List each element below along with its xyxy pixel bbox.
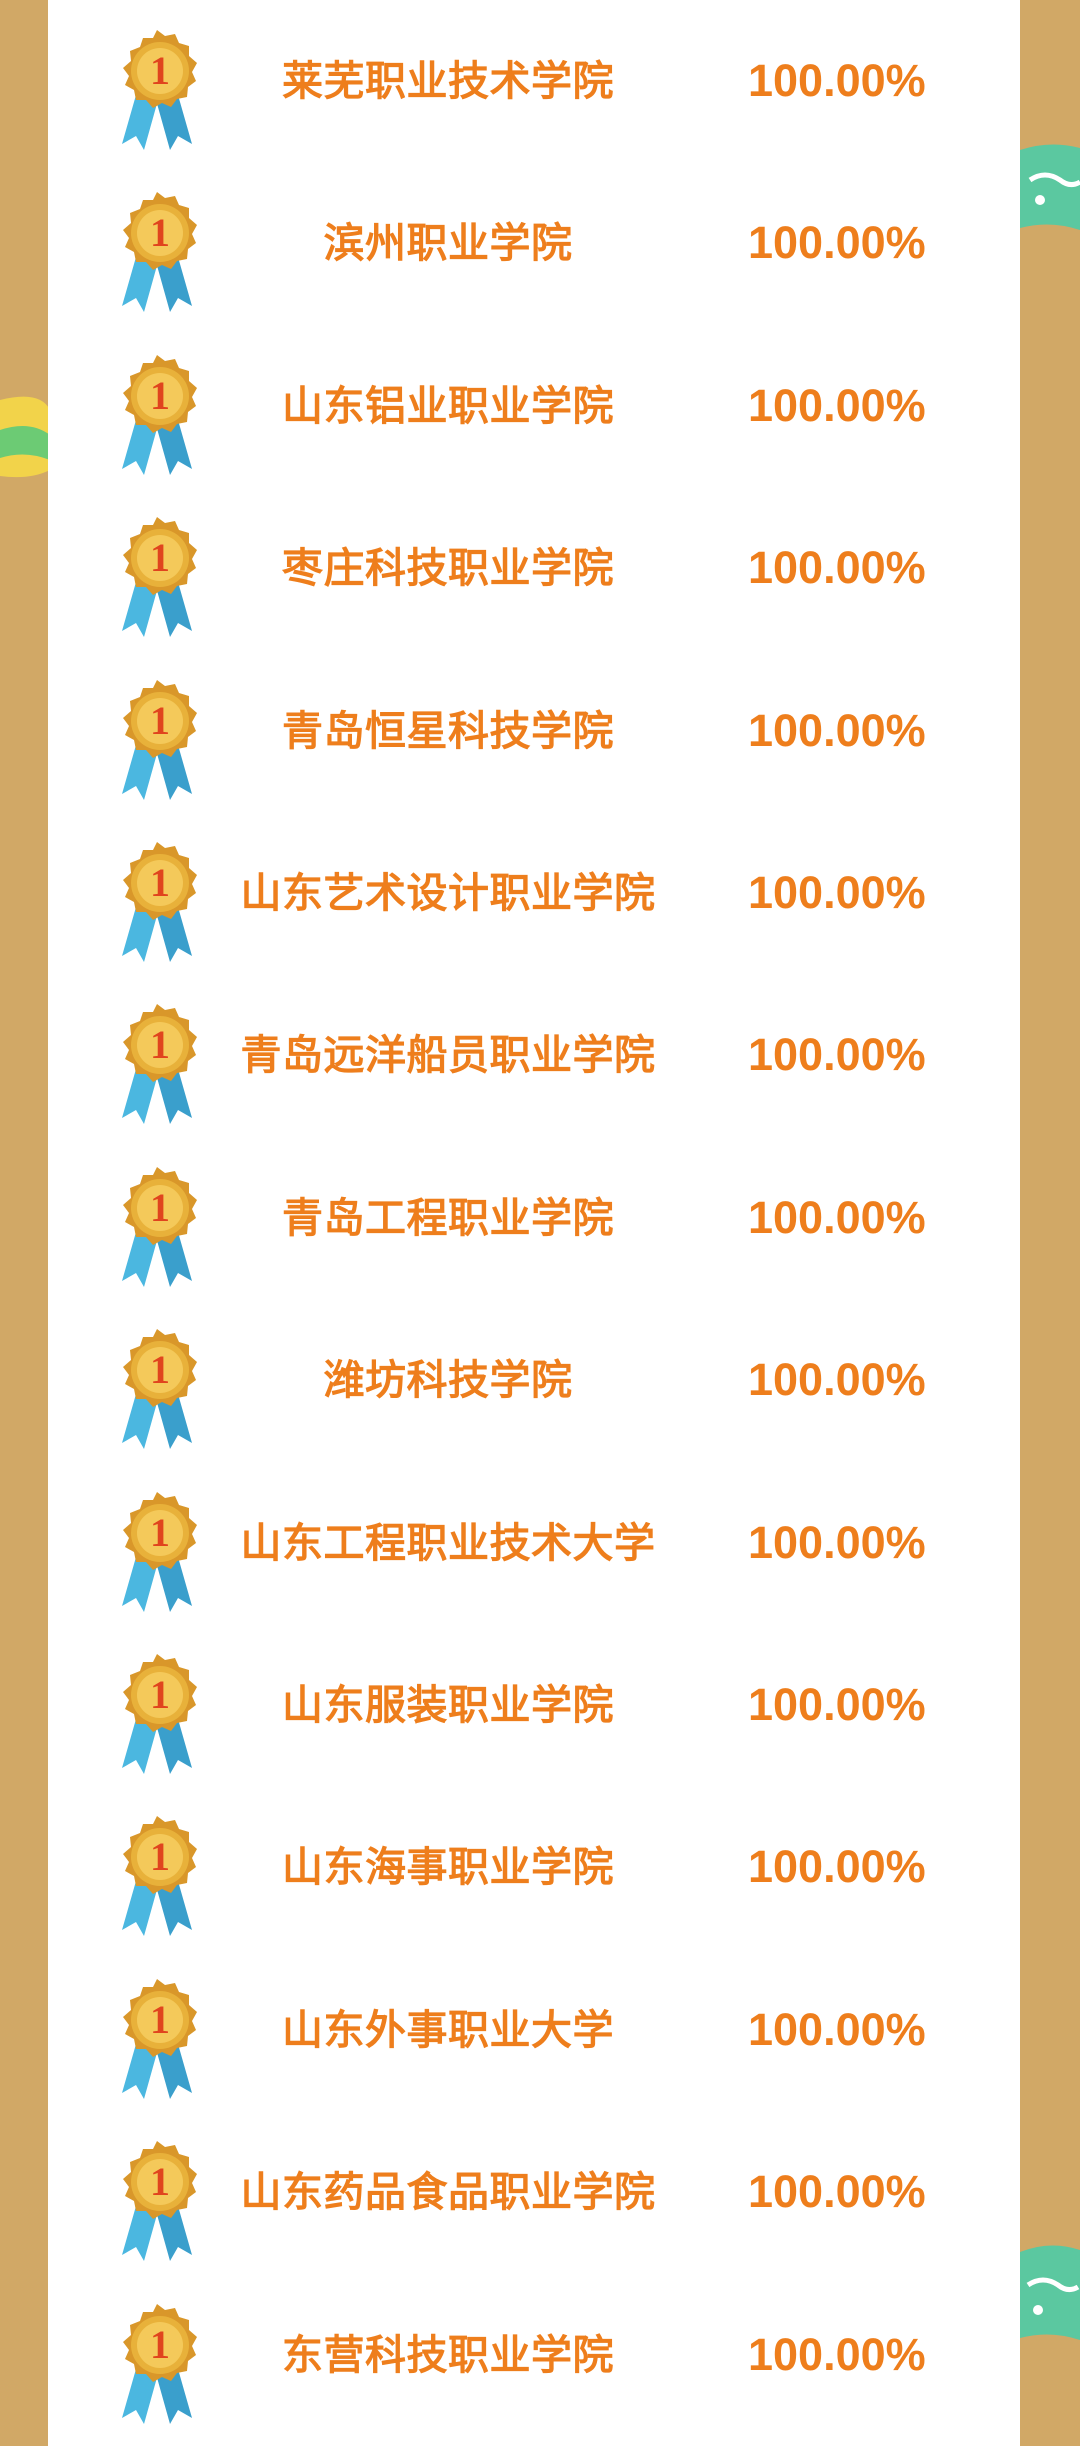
rate-value: 100.00%: [748, 2003, 926, 2055]
list-item: 1 东营科技职业学院 100.00%: [48, 2274, 1020, 2436]
svg-text:1: 1: [150, 2159, 170, 2204]
list-item: 1 潍坊科技学院 100.00%: [48, 1299, 1020, 1461]
list-item: 1 山东海事职业学院 100.00%: [48, 1786, 1020, 1948]
ranking-panel: 1 莱芜职业技术学院 100.00% 1 滨州职业学院 100.00% 1 山东铝业…: [48, 0, 1020, 2446]
school-name: 青岛远洋船员职业学院: [240, 1031, 656, 1080]
list-item: 1 山东外事职业大学 100.00%: [48, 1949, 1020, 2111]
rate-value: 100.00%: [748, 704, 926, 756]
svg-text:1: 1: [150, 48, 170, 93]
svg-text:1: 1: [150, 860, 170, 905]
school-name: 枣庄科技职业学院: [282, 544, 614, 593]
list-item: 1 山东药品食品职业学院 100.00%: [48, 2111, 1020, 2273]
school-name: 山东海事职业学院: [282, 1843, 614, 1892]
school-name: 滨州职业学院: [323, 219, 573, 268]
gold-medal-icon: 1: [108, 1000, 206, 1125]
gold-medal-icon: 1: [108, 1650, 206, 1774]
list-item: 1 山东工程职业技术大学 100.00%: [48, 1462, 1020, 1624]
gold-medal-icon: 1: [108, 838, 206, 962]
rate-value: 100.00%: [748, 1679, 926, 1730]
school-name: 青岛工程职业学院: [282, 1193, 614, 1242]
school-name: 潍坊科技学院: [323, 1356, 573, 1405]
svg-text:1: 1: [150, 2322, 170, 2367]
school-name: 山东工程职业技术大学: [240, 1518, 656, 1567]
school-name: 山东铝业职业学院: [282, 381, 614, 430]
list-item: 1 山东服装职业学院 100.00%: [48, 1624, 1020, 1786]
gold-medal-icon: 1: [108, 2300, 206, 2424]
rate-value: 100.00%: [748, 217, 926, 269]
rate-value: 100.00%: [748, 1516, 926, 1568]
gold-medal-icon: 1: [108, 1325, 206, 1450]
list-item: 1 滨州职业学院 100.00%: [48, 162, 1020, 324]
list-item: 1 青岛工程职业学院 100.00%: [48, 1137, 1020, 1299]
rate-value: 100.00%: [748, 1841, 926, 1893]
svg-text:1: 1: [150, 1022, 170, 1067]
list-item: 1 青岛远洋船员职业学院 100.00%: [48, 974, 1020, 1136]
school-name: 山东药品食品职业学院: [240, 2168, 656, 2217]
svg-text:1: 1: [150, 535, 170, 580]
gold-medal-icon: 1: [108, 676, 206, 800]
svg-text:1: 1: [150, 373, 170, 418]
svg-text:1: 1: [150, 698, 170, 743]
gold-medal-icon: 1: [108, 188, 206, 313]
rate-value: 100.00%: [748, 2166, 926, 2218]
list-item: 1 枣庄科技职业学院 100.00%: [48, 487, 1020, 649]
gold-medal-icon: 1: [108, 26, 206, 150]
background-decoration-right-top: [1020, 140, 1080, 230]
svg-text:1: 1: [150, 1185, 170, 1230]
school-name: 山东艺术设计职业学院: [240, 869, 656, 917]
gold-medal-icon: 1: [108, 1812, 206, 1937]
list-item: 1 山东艺术设计职业学院 100.00%: [48, 812, 1020, 974]
list-item: 1 青岛恒星科技学院 100.00%: [48, 650, 1020, 812]
list-item: 1 山东铝业职业学院 100.00%: [48, 325, 1020, 487]
rate-value: 100.00%: [748, 1029, 926, 1081]
svg-text:1: 1: [150, 1510, 170, 1555]
rate-value: 100.00%: [748, 379, 926, 431]
gold-medal-icon: 1: [108, 351, 206, 475]
rate-value: 100.00%: [748, 2328, 926, 2380]
school-name: 山东服装职业学院: [282, 1681, 614, 1729]
gold-medal-icon: 1: [108, 513, 206, 638]
svg-text:1: 1: [150, 1834, 170, 1879]
svg-text:1: 1: [150, 210, 170, 255]
svg-text:1: 1: [150, 1347, 170, 1392]
list-item: 1 莱芜职业技术学院 100.00%: [48, 0, 1020, 162]
gold-medal-icon: 1: [108, 1488, 206, 1612]
svg-text:1: 1: [150, 1997, 170, 2042]
gold-medal-icon: 1: [108, 1975, 206, 2099]
rate-value: 100.00%: [748, 1191, 926, 1243]
rate-value: 100.00%: [748, 1354, 926, 1406]
gold-medal-icon: 1: [108, 2137, 206, 2262]
rate-value: 100.00%: [748, 55, 926, 106]
school-name: 青岛恒星科技学院: [282, 706, 614, 755]
school-name: 山东外事职业大学: [282, 2005, 614, 2054]
school-name: 东营科技职业学院: [282, 2330, 614, 2379]
rate-value: 100.00%: [748, 867, 926, 918]
gold-medal-icon: 1: [108, 1163, 206, 1287]
rate-value: 100.00%: [748, 542, 926, 594]
svg-text:1: 1: [150, 1672, 170, 1717]
school-name: 莱芜职业技术学院: [282, 57, 614, 105]
background-decoration-right-bottom: [1020, 2240, 1080, 2340]
